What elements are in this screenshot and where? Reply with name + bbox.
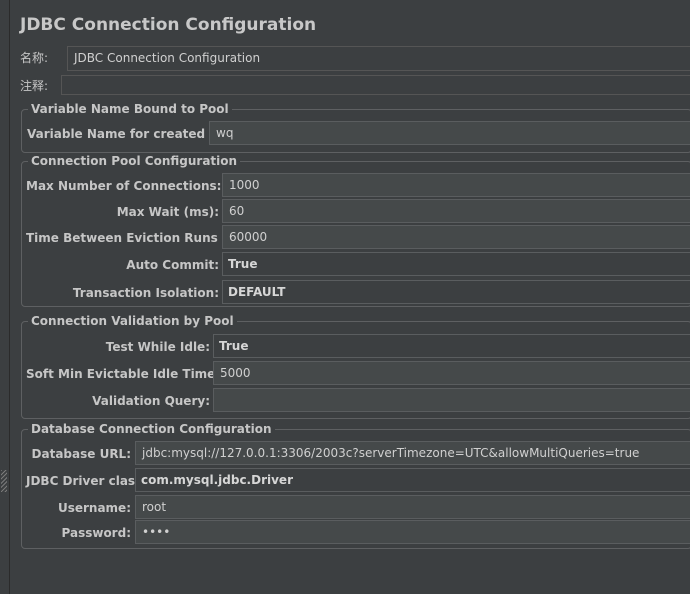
comment-label: 注释:	[20, 79, 49, 93]
splitter-grip-icon[interactable]	[1, 470, 7, 492]
name-input[interactable]: JDBC Connection Configuration	[67, 46, 690, 71]
database-legend: Database Connection Configuration	[28, 422, 275, 436]
transaction-isolation-select[interactable]: DEFAULT	[222, 280, 690, 304]
eviction-runs-label: Time Between Eviction Runs (ms):	[26, 231, 258, 245]
transaction-isolation-label: Transaction Isolation:	[72, 286, 219, 300]
soft-min-idle-label: Soft Min Evictable Idle Time(ms):	[26, 367, 251, 381]
validation-query-input[interactable]	[213, 388, 690, 412]
variable-name-legend: Variable Name Bound to Pool	[28, 102, 232, 116]
auto-commit-label: Auto Commit:	[126, 258, 219, 272]
max-connections-input[interactable]: 1000	[222, 173, 690, 197]
test-while-idle-select[interactable]: True	[213, 334, 690, 358]
page-title: JDBC Connection Configuration	[20, 15, 317, 35]
auto-commit-select[interactable]: True	[222, 252, 690, 276]
max-wait-input[interactable]: 60	[222, 199, 690, 223]
password-input[interactable]: ••••	[135, 520, 690, 544]
pool-variable-input[interactable]: wq	[209, 121, 690, 145]
validation-legend: Connection Validation by Pool	[28, 314, 237, 328]
eviction-runs-input[interactable]: 60000	[222, 225, 690, 249]
password-label: Password:	[61, 526, 132, 540]
driver-class-select[interactable]: com.mysql.jdbc.Driver	[135, 468, 690, 492]
comment-input[interactable]	[61, 75, 690, 95]
validation-query-label: Validation Query:	[92, 394, 210, 408]
username-label: Username:	[57, 501, 131, 515]
test-while-idle-label: Test While Idle:	[105, 340, 210, 354]
soft-min-idle-input[interactable]: 5000	[213, 361, 690, 385]
database-url-input[interactable]: jdbc:mysql://127.0.0.1:3306/2003c?server…	[135, 441, 690, 465]
database-url-label: Database URL:	[31, 447, 131, 461]
driver-class-label: JDBC Driver class:	[26, 474, 148, 488]
name-label: 名称:	[20, 51, 49, 65]
max-wait-label: Max Wait (ms):	[116, 205, 219, 219]
jdbc-config-panel: JDBC Connection Configuration 名称: JDBC C…	[10, 0, 690, 594]
left-splitter[interactable]	[0, 0, 10, 594]
connection-pool-legend: Connection Pool Configuration	[28, 154, 241, 168]
max-connections-label: Max Number of Connections:	[26, 179, 222, 193]
username-input[interactable]: root	[135, 495, 690, 519]
